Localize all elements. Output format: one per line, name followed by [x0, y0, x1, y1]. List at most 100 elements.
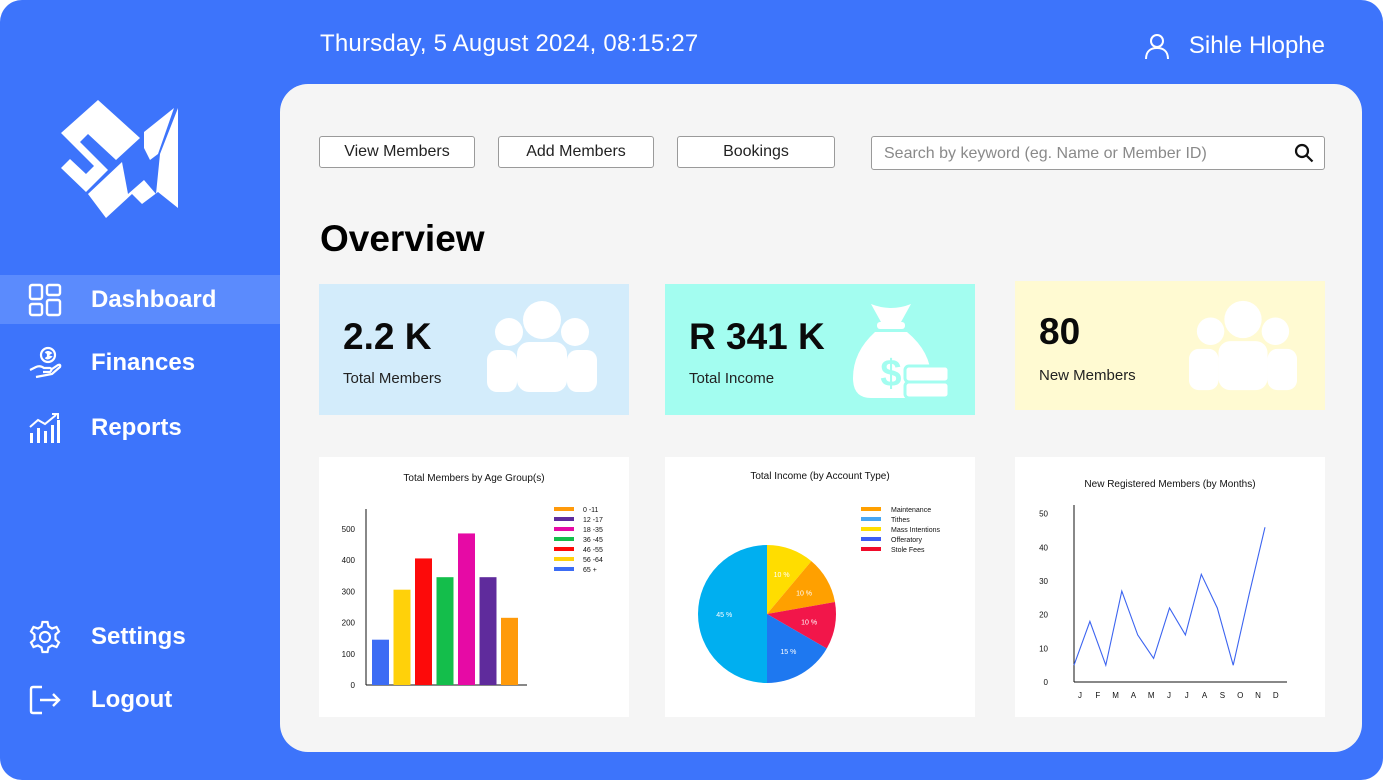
legend-swatch	[861, 547, 881, 551]
sidebar-item-finances[interactable]: Finances	[0, 338, 280, 387]
y-tick-label: 100	[342, 650, 356, 659]
user-profile[interactable]: Sihle Hlophe	[1143, 32, 1325, 60]
legend-label: Maintenance	[891, 507, 931, 514]
legend-swatch	[554, 557, 574, 561]
chart-title: Total Members by Age Group(s)	[403, 473, 544, 484]
sidebar-item-label: Settings	[91, 622, 186, 650]
search-input[interactable]	[882, 143, 1286, 165]
search-box	[871, 136, 1325, 170]
new-members-label: New Members	[1039, 367, 1136, 384]
y-tick-label: 30	[1039, 577, 1048, 586]
main-panel: View Members Add Members Bookings Overvi…	[280, 84, 1362, 752]
sidebar-bottom-nav: Settings Logout	[0, 612, 280, 724]
svg-text:$: $	[880, 353, 901, 395]
slice-label: 15 %	[780, 649, 796, 656]
legend-label: 36 -45	[583, 537, 603, 544]
group-icon	[1189, 300, 1297, 391]
y-tick-label: 400	[342, 556, 356, 565]
bar	[501, 617, 518, 685]
legend-label: 65 +	[583, 567, 597, 574]
legend-swatch	[554, 517, 574, 521]
chart-title: Total Income (by Account Type)	[750, 471, 889, 482]
add-members-button[interactable]: Add Members	[498, 136, 654, 168]
legend-swatch	[861, 517, 881, 521]
x-tick-label: J	[1185, 691, 1189, 700]
view-members-button[interactable]: View Members	[319, 136, 475, 168]
slice-label: 10 %	[801, 619, 817, 626]
total-income-card: R 341 K Total Income $	[665, 284, 975, 415]
y-tick-label: 50	[1039, 510, 1048, 519]
y-tick-label: 0	[351, 681, 356, 690]
page-title: Overview	[320, 218, 485, 259]
bookings-button[interactable]: Bookings	[677, 136, 835, 168]
pie-slice	[698, 545, 767, 683]
y-tick-label: 40	[1039, 543, 1048, 552]
age-group-bar-chart: Total Members by Age Group(s) 0 100 200 300 4…	[342, 473, 603, 690]
legend-label: 56 -64	[583, 557, 603, 564]
current-datetime: Thursday, 5 August 2024, 08:15:27	[320, 30, 699, 57]
x-tick-label: F	[1095, 691, 1100, 700]
registrations-chart: New Registered Members (by Months) 0 10 20 3…	[1015, 457, 1325, 717]
search-icon[interactable]	[1294, 143, 1314, 163]
money-bag-icon: $	[853, 304, 951, 400]
sidebar-item-label: Reports	[91, 413, 182, 441]
age-group-chart: Total Members by Age Group(s) 0 100 200 300 4…	[319, 457, 629, 717]
user-icon	[1144, 34, 1169, 60]
total-members-value: 2.2 K	[343, 316, 432, 357]
legend-swatch	[861, 527, 881, 531]
y-tick-label: 10	[1039, 644, 1048, 653]
logout-icon	[28, 683, 62, 717]
slice-label: 10 %	[774, 572, 790, 579]
legend-label: 46 -55	[583, 547, 603, 554]
bar	[415, 558, 432, 685]
sidebar-item-dashboard[interactable]: Dashboard	[0, 275, 280, 324]
bar	[479, 577, 497, 685]
x-tick-label: M	[1112, 691, 1119, 700]
y-tick-label: 0	[1044, 678, 1049, 687]
y-tick-label: 500	[342, 525, 356, 534]
y-tick-label: 200	[342, 619, 356, 628]
sidebar-item-label: Finances	[91, 348, 196, 376]
legend-label: Tithes	[891, 517, 910, 524]
chart-title: New Registered Members (by Months)	[1084, 479, 1255, 490]
legend-label: Offeratory	[891, 537, 922, 544]
sidebar-item-settings[interactable]: Settings	[0, 612, 280, 661]
total-members-label: Total Members	[343, 370, 442, 387]
x-tick-label: O	[1237, 691, 1243, 700]
brand-logo	[61, 100, 178, 218]
sidebar-nav: Dashboard Finances Reports	[0, 275, 280, 452]
sidebar-item-label: Dashboard	[91, 285, 217, 313]
income-pie-chart: Total Income (by Account Type) 10 % 10 % 10…	[698, 471, 941, 683]
legend-swatch	[554, 537, 574, 541]
bar	[372, 639, 389, 685]
series-line	[1073, 527, 1266, 668]
x-tick-label: J	[1167, 691, 1171, 700]
y-tick-label: 300	[342, 587, 356, 596]
x-tick-label: N	[1255, 691, 1261, 700]
sidebar-item-logout[interactable]: Logout	[0, 675, 280, 724]
app-window: Thursday, 5 August 2024, 08:15:27 Sihle …	[0, 0, 1383, 780]
y-tick-label: 20	[1039, 611, 1048, 620]
legend-label: 0 -11	[583, 507, 599, 514]
total-income-label: Total Income	[689, 370, 775, 387]
dashboard-grid-icon	[28, 283, 62, 317]
sidebar-item-reports[interactable]: Reports	[0, 403, 280, 452]
x-tick-label: S	[1220, 691, 1225, 700]
legend-swatch	[861, 507, 881, 511]
total-income-value: R 341 K	[689, 316, 825, 357]
x-tick-label: M	[1148, 691, 1155, 700]
slice-label: 10 %	[796, 591, 812, 598]
slice-label: 45 %	[716, 612, 732, 619]
new-members-card: 80 New Members	[1015, 281, 1325, 410]
bar	[458, 533, 475, 685]
x-tick-label: A	[1131, 691, 1137, 700]
hand-coin-icon	[28, 346, 62, 380]
registrations-line-chart: New Registered Members (by Months) 0 10 20 3…	[1039, 479, 1287, 700]
new-members-value: 80	[1039, 311, 1081, 352]
legend-label: 18 -35	[583, 527, 603, 534]
bar	[436, 577, 454, 685]
income-chart: Total Income (by Account Type) 10 % 10 % 10…	[665, 457, 975, 717]
total-members-card: 2.2 K Total Members	[319, 284, 629, 415]
x-tick-label: A	[1202, 691, 1208, 700]
group-icon	[487, 301, 597, 392]
